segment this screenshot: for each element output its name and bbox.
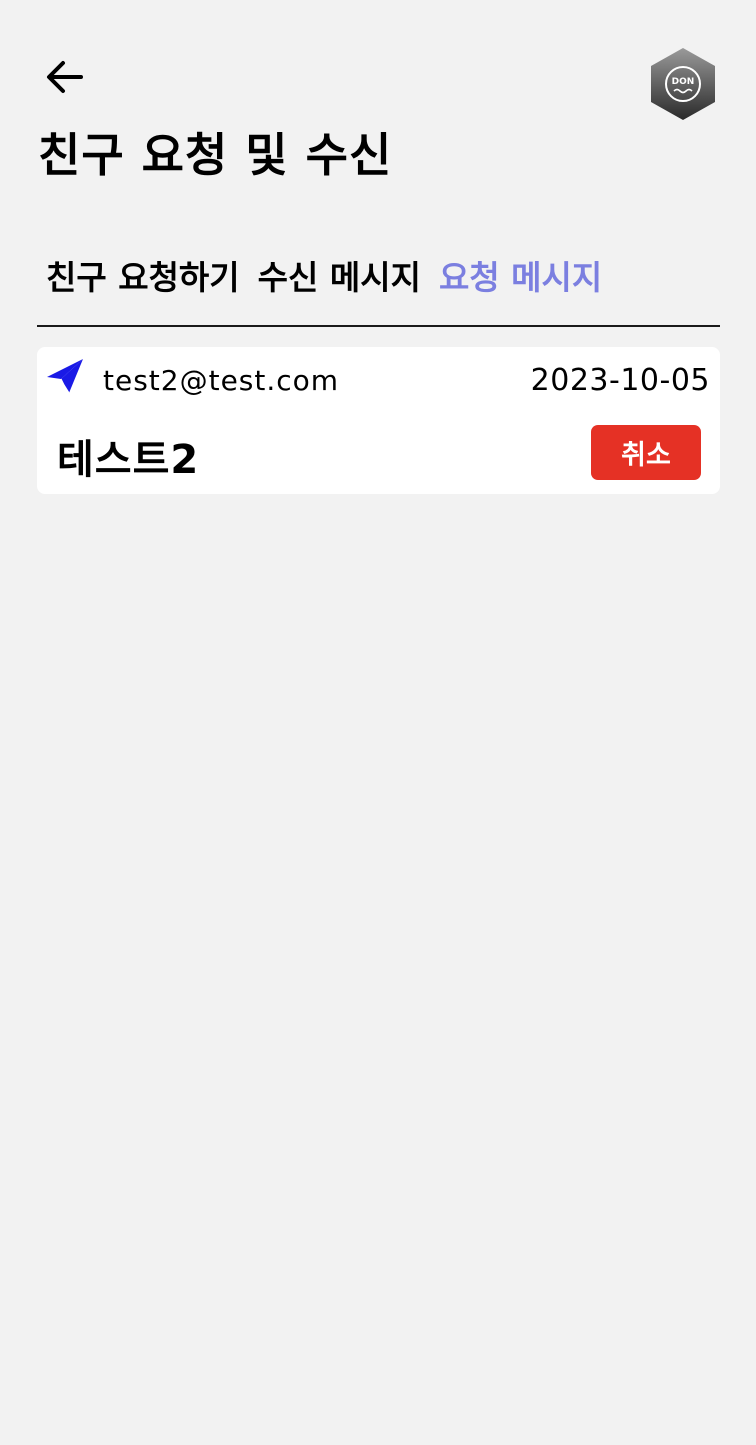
request-date: 2023-10-05	[530, 363, 710, 398]
app-logo: DON	[649, 46, 717, 122]
tab-bar: 친구 요청하기 수신 메시지 요청 메시지	[46, 258, 602, 298]
request-card: test2@test.com 2023-10-05 테스트2 취소	[37, 347, 720, 494]
arrow-left-icon	[47, 61, 83, 93]
request-email: test2@test.com	[103, 364, 340, 397]
request-name: 테스트2	[57, 437, 200, 483]
tab-divider	[37, 325, 720, 327]
tab-received-messages[interactable]: 수신 메시지	[258, 258, 421, 298]
logo-text: DON	[672, 77, 695, 87]
tab-send-request[interactable]: 친구 요청하기	[46, 258, 240, 298]
paper-plane-icon	[47, 359, 83, 394]
back-button[interactable]	[40, 52, 90, 102]
page-title: 친구 요청 및 수신	[38, 128, 393, 182]
cancel-button[interactable]: 취소	[591, 425, 701, 480]
tab-sent-requests[interactable]: 요청 메시지	[439, 258, 602, 298]
